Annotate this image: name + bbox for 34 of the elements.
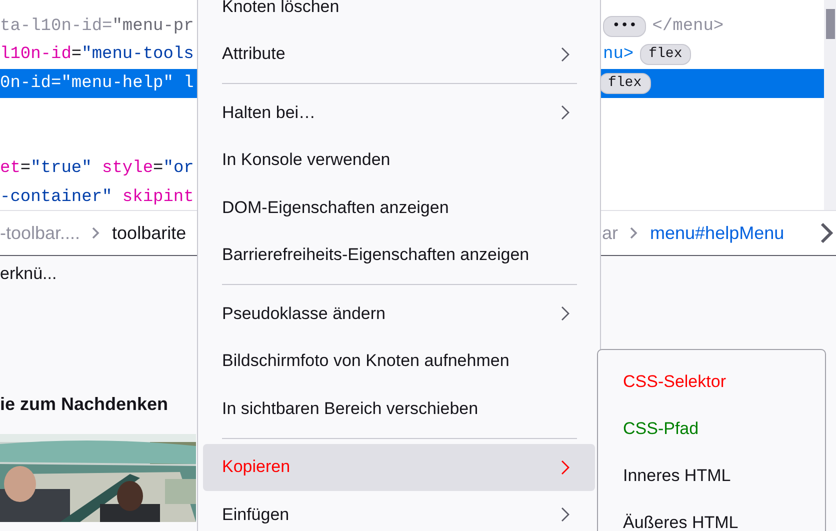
menu-item[interactable]: CSS-Pfad xyxy=(598,405,825,452)
chevron-icon xyxy=(561,306,570,321)
code-line: 0n-id="menu-help" l xyxy=(0,74,194,93)
menu-item[interactable]: Barrierefreiheits-Eigenschaften anzeigen xyxy=(203,232,595,279)
markup-badge[interactable]: flex xyxy=(640,44,692,66)
menu-item[interactable]: In Konsole verwenden xyxy=(203,136,595,184)
chevron-icon xyxy=(92,227,100,239)
menu-item[interactable]: Einfügen xyxy=(203,491,595,531)
markup-badge[interactable]: flex xyxy=(599,72,651,94)
menu-item[interactable]: DOM-Eigenschaften anzeigen xyxy=(203,184,595,232)
breadcrumb[interactable]: toolbarite xyxy=(112,222,186,244)
code-text: nu> xyxy=(603,45,634,64)
code-line: -container" skipint xyxy=(0,188,194,207)
chevron-icon xyxy=(561,105,570,120)
scrollbar[interactable] xyxy=(824,0,836,210)
code-line: et="true" style="or xyxy=(0,159,194,178)
menu-item[interactable]: Bildschirmfoto von Knoten aufnehmen xyxy=(203,338,595,385)
scroll-right-icon[interactable] xyxy=(820,222,834,244)
page-text: erknü... xyxy=(0,263,58,285)
menu-item[interactable]: CSS-Selektor xyxy=(598,358,825,405)
markup-badge[interactable]: ••• xyxy=(603,16,646,37)
page-heading: ie zum Nachdenken xyxy=(0,394,170,416)
breadcrumb[interactable]: menu#helpMenu xyxy=(650,222,784,244)
code-line: l10n-id="menu-tools xyxy=(0,45,194,64)
code-text: </menu> xyxy=(652,16,724,36)
chevron-icon xyxy=(561,460,570,474)
menu-item[interactable]: In sichtbaren Bereich verschieben xyxy=(203,385,595,432)
chevron-icon xyxy=(630,227,638,239)
menu-item[interactable]: Inneres HTML xyxy=(598,452,825,499)
code-line: ta-l10n-id="menu-pr xyxy=(0,16,194,36)
chevron-icon xyxy=(561,46,570,62)
menu-item[interactable]: Pseudoklasse ändern xyxy=(203,290,595,338)
menu-item[interactable]: Äußeres HTML xyxy=(598,499,825,531)
chevron-icon xyxy=(561,507,570,522)
